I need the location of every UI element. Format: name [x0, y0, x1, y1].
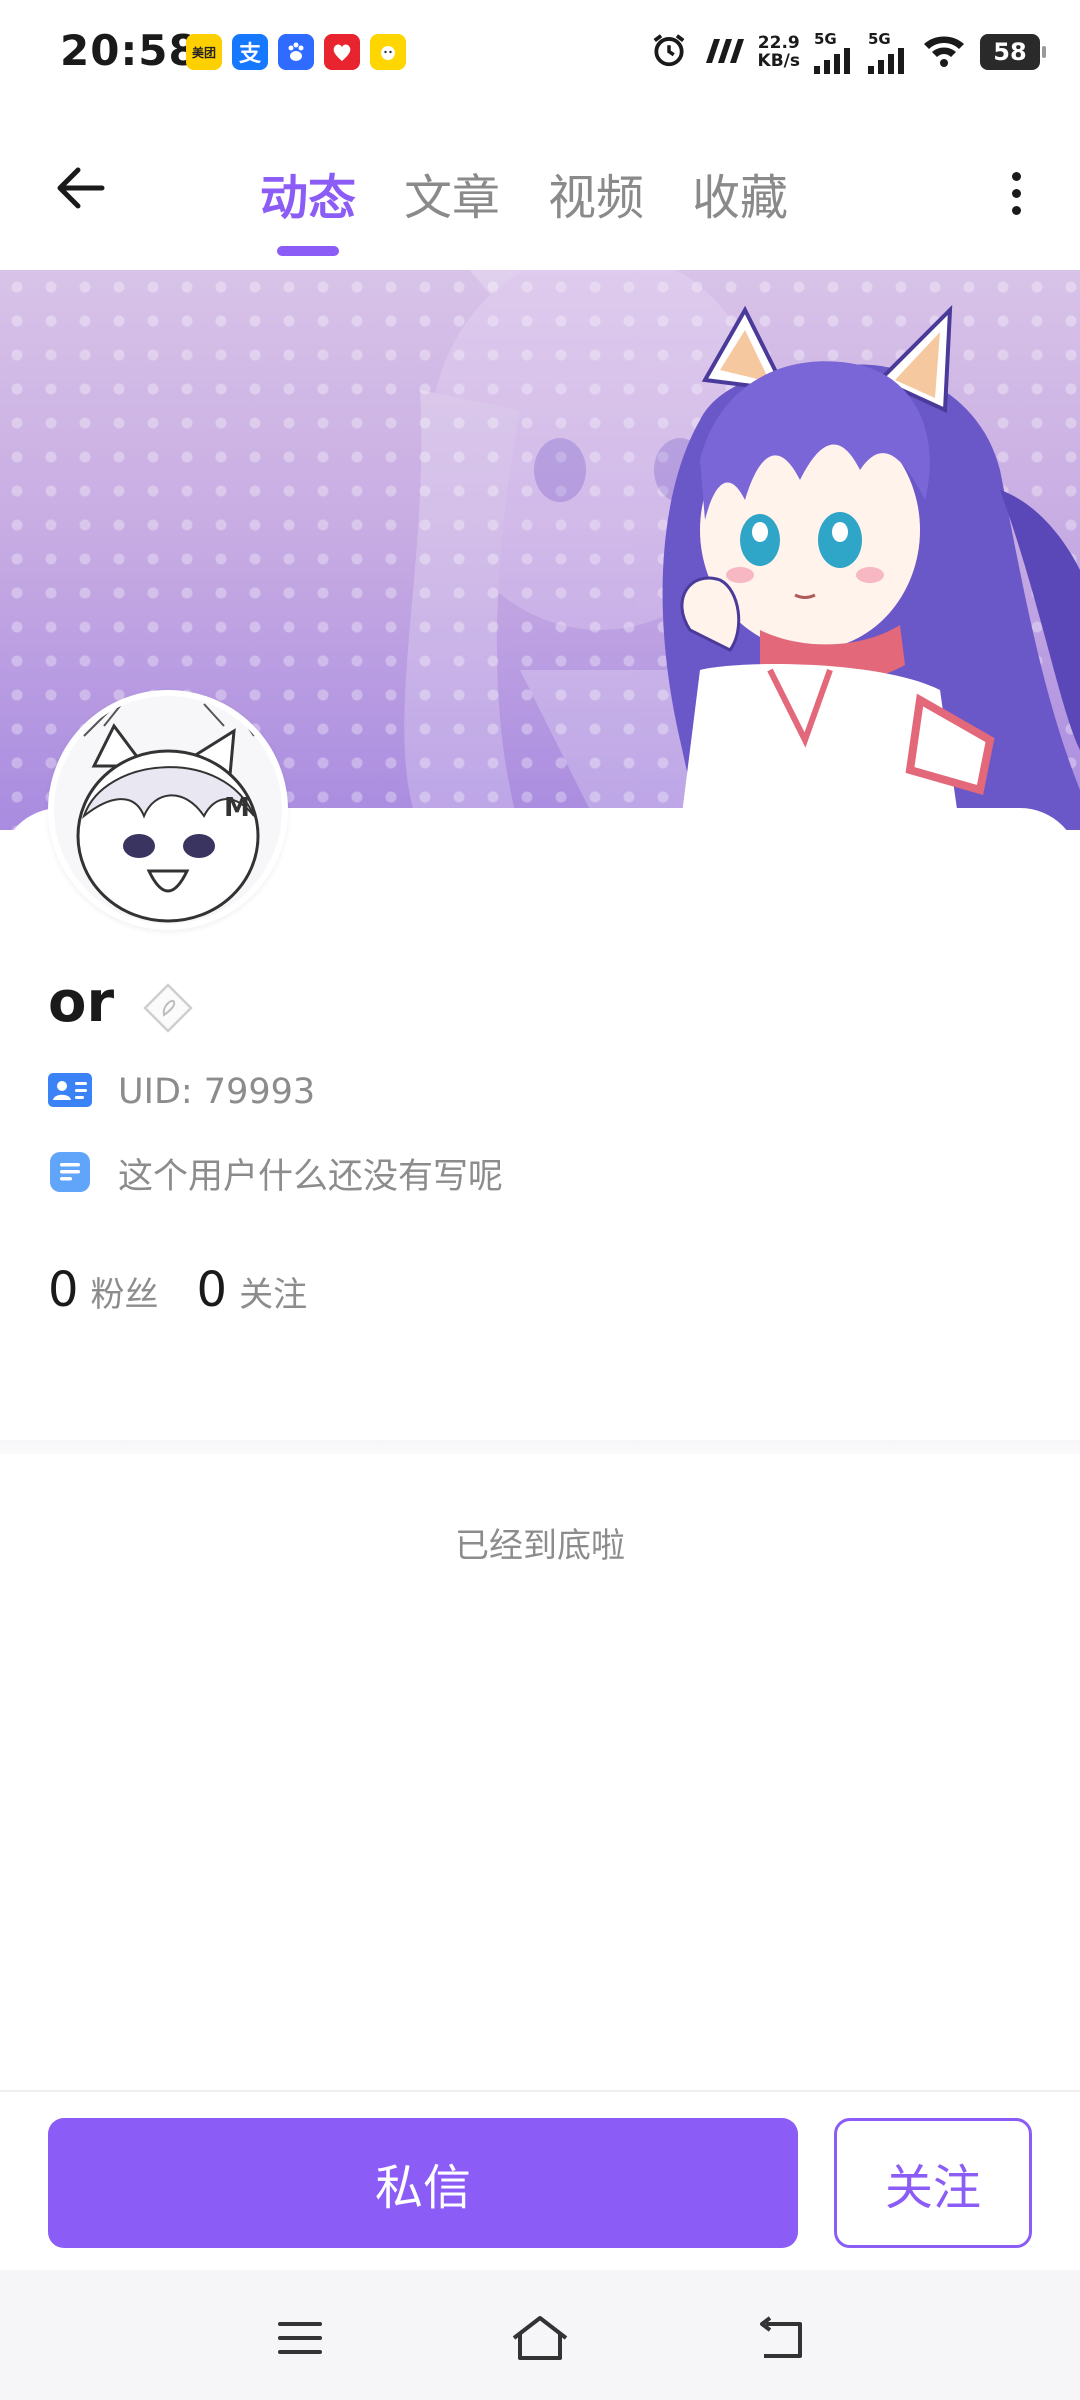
- tab-articles-label: 文章: [404, 170, 501, 226]
- top-navigation: 动态 文章 视频 收藏: [0, 108, 1080, 270]
- sim1-signal: 5G: [814, 30, 854, 74]
- home-button[interactable]: [510, 2308, 570, 2368]
- follow-button[interactable]: 关注: [834, 2118, 1032, 2248]
- sim2-signal: 5G: [868, 30, 908, 74]
- following-count: 0: [196, 1262, 228, 1318]
- menu-icon: [278, 2322, 322, 2354]
- home-icon: [512, 2316, 568, 2360]
- active-tab-indicator: [277, 246, 339, 256]
- clock: 20:58: [60, 26, 199, 75]
- section-divider: [0, 1440, 1080, 1454]
- back-nav-icon: [760, 2316, 802, 2358]
- back-nav-button[interactable]: [750, 2308, 810, 2368]
- battery-indicator: 58: [980, 34, 1046, 70]
- more-dot-icon: [1011, 188, 1021, 198]
- tab-videos-label: 视频: [548, 170, 645, 226]
- sim1-label: 5G: [814, 30, 837, 48]
- wifi-icon: [922, 32, 966, 72]
- level-badge-icon[interactable]: [142, 982, 194, 1034]
- tab-articles[interactable]: 文章: [404, 158, 500, 238]
- network-speed-value: 22.9: [757, 33, 800, 53]
- private-message-button[interactable]: 私信: [48, 2118, 798, 2248]
- document-icon: [48, 1150, 92, 1198]
- tab-posts-label: 动态: [260, 170, 357, 226]
- back-button[interactable]: [50, 158, 110, 218]
- sim2-label: 5G: [868, 30, 891, 48]
- network-speed: 22.9 KB/s: [758, 34, 800, 70]
- baidu-icon: [278, 34, 314, 70]
- id-card-icon: [48, 1073, 92, 1111]
- meituan-icon: 美团: [186, 34, 222, 70]
- username: or: [48, 970, 115, 1035]
- network-speed-unit: KB/s: [757, 51, 800, 71]
- end-of-feed-text: 已经到底啦: [455, 1526, 625, 1566]
- notification-icons: 美团 支: [186, 34, 406, 70]
- tab-favorites[interactable]: 收藏: [692, 158, 788, 238]
- uid-text: UID: 79993: [118, 1072, 316, 1112]
- fans-stat[interactable]: 0 粉丝: [48, 1262, 159, 1318]
- tab-posts[interactable]: 动态: [260, 158, 357, 256]
- alipay-icon: 支: [232, 34, 268, 70]
- signal-bars-icon: [868, 48, 904, 74]
- following-stat[interactable]: 0 关注: [197, 1262, 308, 1318]
- bottom-action-bar: 私信 关注: [0, 2090, 1080, 2270]
- yellow-app-icon: [370, 34, 406, 70]
- fans-count: 0: [48, 1262, 79, 1318]
- uid-row: UID: 79993: [48, 1072, 315, 1112]
- more-dot-icon: [1011, 205, 1021, 215]
- system-status-icons: 22.9 KB/s 5G 5G 58: [650, 30, 1046, 74]
- bio-text: 这个用户什么还没有写呢: [118, 1157, 504, 1197]
- system-navigation-bar: [0, 2270, 1080, 2400]
- signal-bars-icon: [814, 48, 850, 74]
- following-label: 关注: [239, 1275, 308, 1315]
- signal-boost-icon: [702, 35, 744, 69]
- fans-label: 粉丝: [90, 1275, 159, 1315]
- more-dot-icon: [1011, 171, 1021, 181]
- more-options-button[interactable]: [996, 163, 1036, 223]
- svg-text:M: M: [224, 793, 250, 823]
- tab-favorites-label: 收藏: [692, 170, 789, 226]
- alarm-icon: [650, 31, 688, 73]
- profile-tabs: 动态 文章 视频 收藏: [260, 158, 788, 256]
- avatar-image: M: [54, 696, 282, 924]
- avatar[interactable]: M: [48, 690, 288, 930]
- status-bar: 20:58 美团 支 22.9 KB/s 5G 5G 58: [0, 0, 1080, 108]
- tab-videos[interactable]: 视频: [548, 158, 644, 238]
- arrow-left-icon: [57, 167, 105, 209]
- profile-stats: 0 粉丝 0 关注: [48, 1262, 307, 1318]
- heart-app-icon: [324, 34, 360, 70]
- menu-button[interactable]: [270, 2308, 330, 2368]
- bio-row: 这个用户什么还没有写呢: [48, 1148, 503, 1199]
